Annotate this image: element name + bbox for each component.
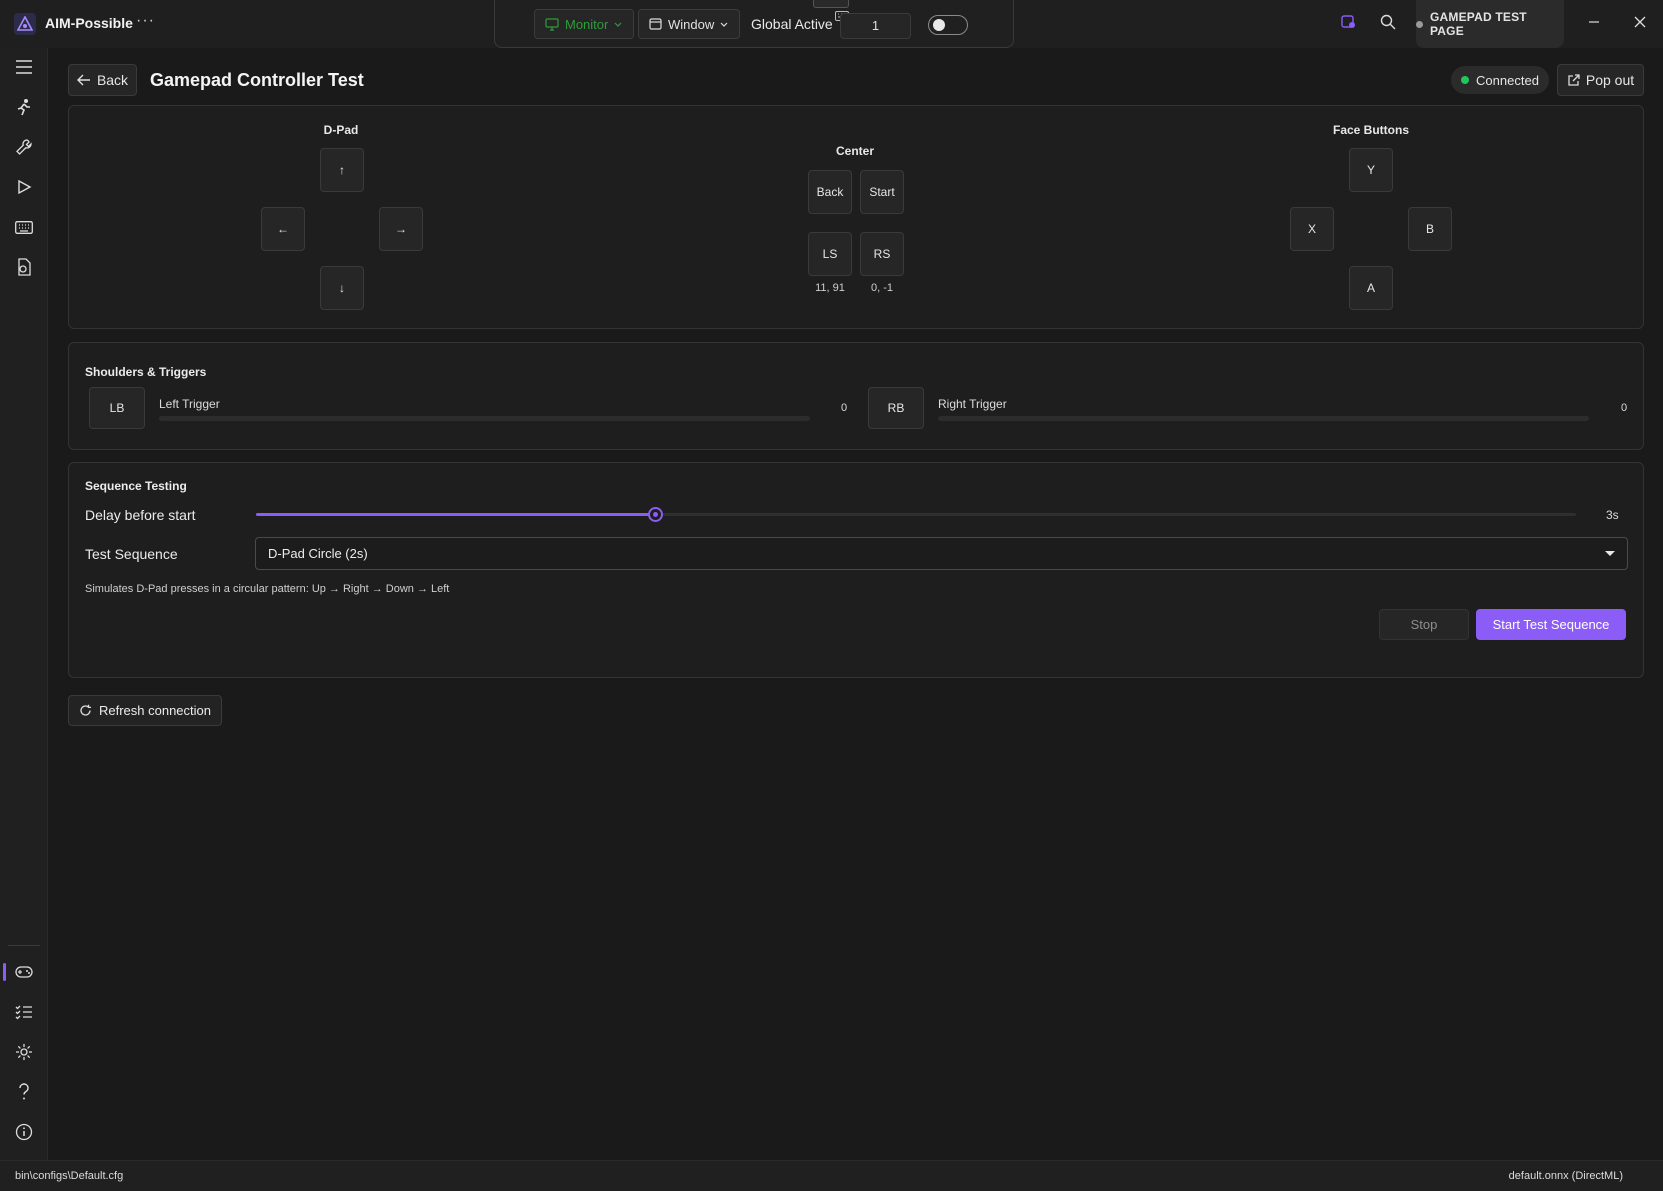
dpad-right-button[interactable]: → bbox=[379, 207, 423, 251]
left-trigger-value: 0 bbox=[841, 402, 848, 414]
page-indicator-dot bbox=[1416, 20, 1423, 28]
left-stick-value: 11, 91 bbox=[815, 282, 845, 294]
page-indicator: GAMEPAD TEST PAGE bbox=[1416, 0, 1564, 48]
left-trigger-bar bbox=[159, 416, 810, 421]
face-x-button[interactable]: X bbox=[1290, 207, 1334, 251]
monitor-button[interactable]: Monitor bbox=[534, 9, 634, 39]
chevron-down-icon bbox=[720, 22, 728, 27]
right-stick-value: 0, -1 bbox=[870, 282, 893, 294]
file-settings-icon[interactable] bbox=[10, 253, 38, 281]
global-active-toggle[interactable] bbox=[928, 15, 968, 35]
sequence-testing-card: Sequence Testing Delay before start 3s T… bbox=[68, 462, 1644, 678]
status-bar: bin\configs\Default.cfg default.onnx (Di… bbox=[0, 1160, 1663, 1191]
refresh-icon bbox=[79, 704, 92, 717]
delay-value: 3s bbox=[1606, 508, 1619, 522]
delay-slider[interactable] bbox=[256, 507, 1576, 522]
play-icon[interactable] bbox=[10, 173, 38, 201]
keyboard-icon[interactable] bbox=[10, 213, 38, 241]
app-name: AIM-Possible bbox=[45, 15, 133, 31]
sequence-description: Simulates D-Pad presses in a circular pa… bbox=[85, 583, 450, 595]
rb-button[interactable]: RB bbox=[868, 387, 924, 429]
model-info: default.onnx (DirectML) bbox=[1508, 1170, 1623, 1182]
connection-status-badge: Connected bbox=[1451, 66, 1549, 94]
minimize-icon[interactable] bbox=[1584, 12, 1604, 32]
pop-out-label: Pop out bbox=[1585, 72, 1635, 88]
sequence-title: Sequence Testing bbox=[85, 479, 187, 493]
page-indicator-label: GAMEPAD TEST PAGE bbox=[1429, 10, 1527, 38]
notification-icon[interactable] bbox=[1340, 14, 1356, 30]
lb-button[interactable]: LB bbox=[89, 387, 145, 429]
status-dot bbox=[1461, 76, 1470, 84]
dpad-up-button[interactable]: ↑ bbox=[320, 148, 364, 192]
pop-out-button[interactable]: Pop out bbox=[1557, 64, 1644, 96]
test-sequence-select[interactable]: D-Pad Circle (2s) bbox=[255, 537, 1628, 570]
help-icon[interactable] bbox=[10, 1078, 38, 1106]
delay-slider-thumb[interactable] bbox=[647, 507, 663, 522]
info-icon[interactable] bbox=[10, 1118, 38, 1146]
controller-card: D-Pad ↑ ← → ↓ Center Back Start LS RS 11… bbox=[68, 105, 1644, 329]
dpad-down-button[interactable]: ↓ bbox=[320, 266, 364, 310]
checklist-icon[interactable] bbox=[10, 998, 38, 1026]
page-title: Gamepad Controller Test bbox=[150, 70, 364, 90]
close-icon[interactable] bbox=[1630, 12, 1650, 32]
external-link-icon bbox=[1567, 73, 1580, 87]
left-trigger-label: Left Trigger bbox=[159, 397, 220, 411]
global-active-input[interactable]: 1 bbox=[840, 13, 911, 39]
window-icon bbox=[649, 18, 662, 30]
right-trigger-bar bbox=[938, 416, 1589, 421]
face-b-button[interactable]: B bbox=[1408, 207, 1452, 251]
back-button-label: Back bbox=[96, 72, 129, 88]
app-logo-icon bbox=[14, 13, 36, 35]
delay-label: Delay before start bbox=[85, 507, 196, 523]
right-stick-button[interactable]: RS bbox=[860, 232, 904, 276]
chevron-down-icon bbox=[614, 22, 622, 27]
refresh-label: Refresh connection bbox=[98, 703, 211, 718]
gear-icon[interactable] bbox=[10, 1038, 38, 1066]
search-icon[interactable] bbox=[1380, 14, 1396, 30]
left-stick-button[interactable]: LS bbox=[808, 232, 852, 276]
face-y-button[interactable]: Y bbox=[1349, 148, 1393, 192]
title-bar: AIM-Possible ··· Monitor Window Global A… bbox=[0, 0, 1663, 48]
face-a-button[interactable]: A bbox=[1349, 266, 1393, 310]
global-active-label: Global Active bbox=[751, 16, 833, 32]
toggle-knob bbox=[933, 19, 945, 31]
center-title: Center bbox=[835, 144, 874, 158]
test-sequence-value: D-Pad Circle (2s) bbox=[268, 546, 368, 561]
back-pad-button[interactable]: Back bbox=[808, 170, 852, 214]
start-pad-button[interactable]: Start bbox=[860, 170, 904, 214]
running-figure-icon[interactable] bbox=[10, 93, 38, 121]
caret-down-icon bbox=[1605, 551, 1615, 556]
more-options-icon[interactable]: ··· bbox=[136, 12, 155, 30]
arrow-left-icon bbox=[76, 74, 91, 86]
dpad-left-button[interactable]: ← bbox=[261, 207, 305, 251]
window-label: Window bbox=[668, 16, 715, 32]
shoulders-card: Shoulders & Triggers LB Left Trigger 0 R… bbox=[68, 342, 1644, 450]
start-test-sequence-button[interactable]: Start Test Sequence bbox=[1476, 609, 1626, 640]
config-path: bin\configs\Default.cfg bbox=[15, 1170, 124, 1182]
shoulders-title: Shoulders & Triggers bbox=[85, 365, 207, 379]
hamburger-menu-icon[interactable] bbox=[10, 53, 38, 81]
window-button[interactable]: Window bbox=[638, 9, 740, 39]
dpad-title: D-Pad bbox=[323, 123, 359, 137]
drag-handle[interactable] bbox=[813, 0, 849, 8]
status-label: Connected bbox=[1476, 72, 1539, 88]
monitor-label: Monitor bbox=[565, 16, 609, 32]
back-button[interactable]: Back bbox=[68, 64, 137, 96]
sidebar-divider bbox=[8, 945, 40, 946]
gamepad-icon[interactable] bbox=[10, 958, 38, 986]
refresh-connection-button[interactable]: Refresh connection bbox=[68, 695, 222, 726]
test-sequence-label: Test Sequence bbox=[85, 546, 178, 562]
monitor-icon bbox=[545, 17, 559, 31]
left-sidebar bbox=[0, 48, 48, 1160]
right-trigger-label: Right Trigger bbox=[938, 397, 1007, 411]
face-buttons-title: Face Buttons bbox=[1332, 123, 1409, 137]
active-indicator bbox=[3, 963, 6, 981]
right-trigger-value: 0 bbox=[1621, 402, 1628, 414]
wrench-icon[interactable] bbox=[10, 133, 38, 161]
delay-slider-fill bbox=[256, 513, 655, 516]
stop-button[interactable]: Stop bbox=[1379, 609, 1469, 640]
